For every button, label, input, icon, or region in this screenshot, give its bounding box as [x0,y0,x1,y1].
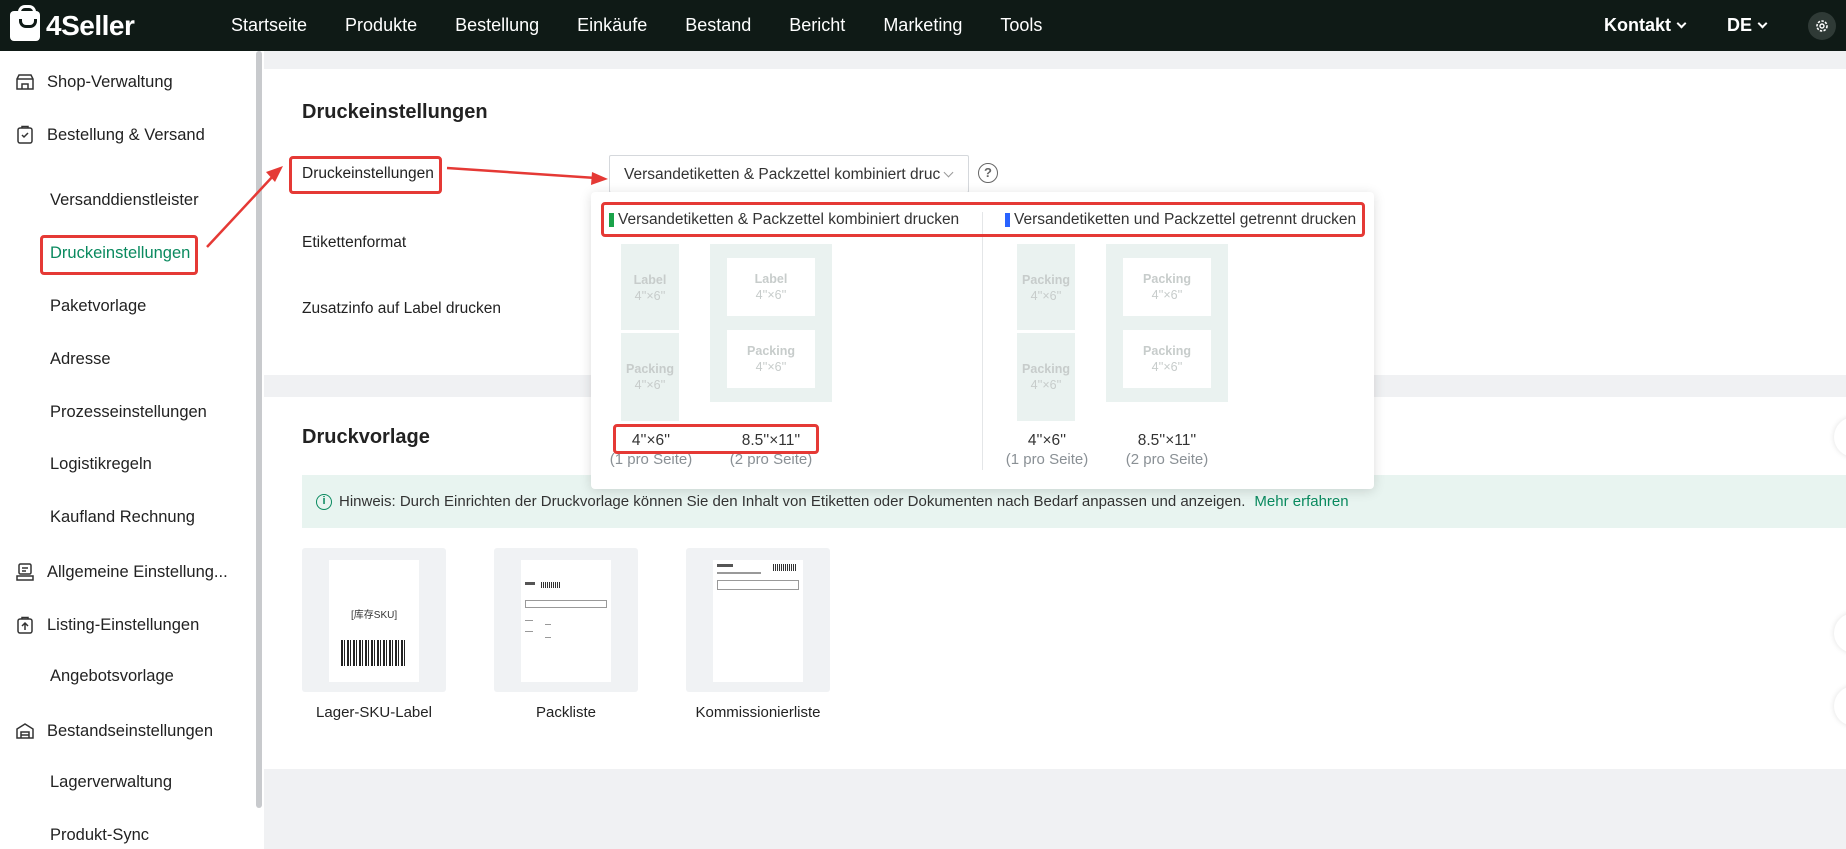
annotation-arrow [446,166,597,180]
arrow-head-icon [591,172,608,185]
annotation-arrow [206,174,275,248]
annotation-arrows [206,166,608,248]
